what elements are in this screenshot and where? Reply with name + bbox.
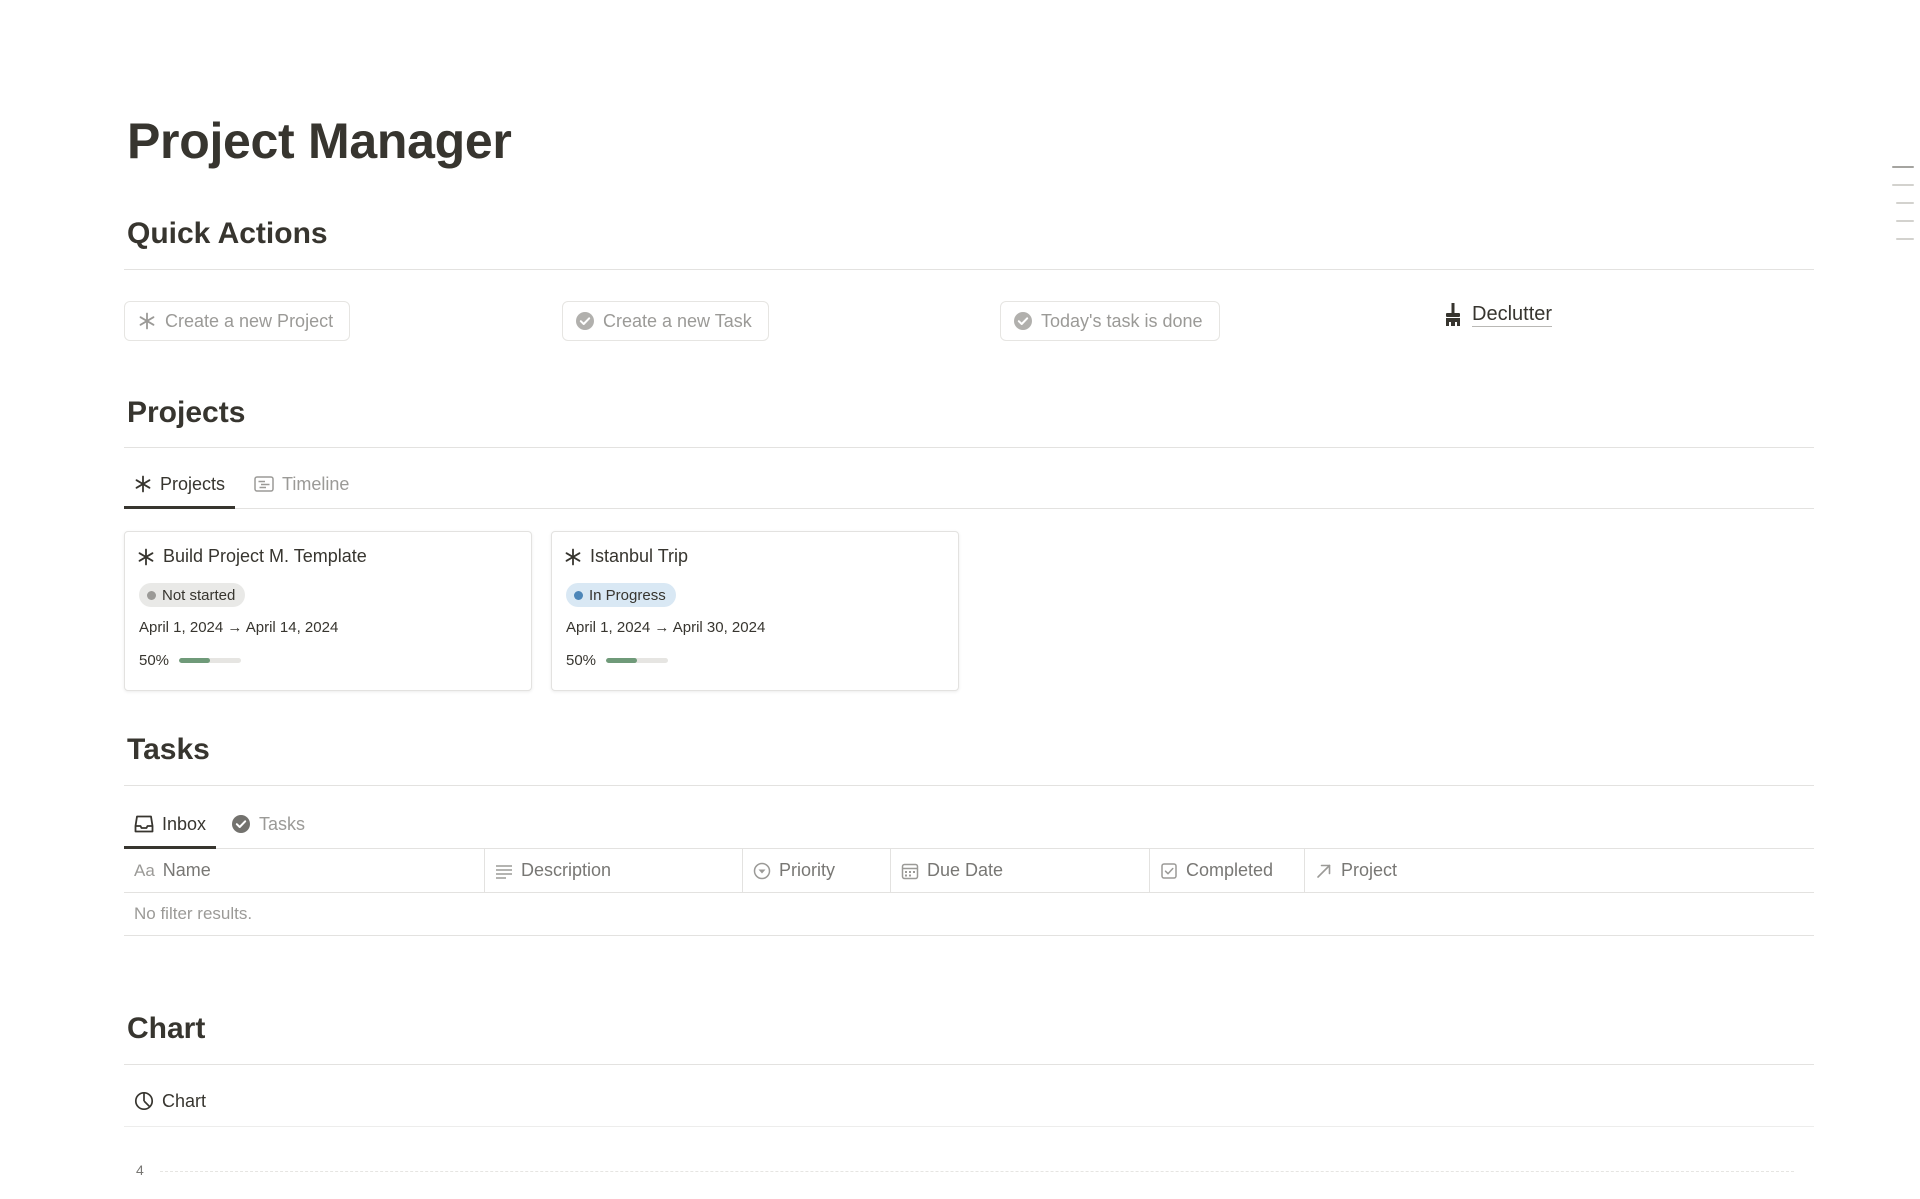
timeline-icon [254,475,274,493]
toc-line[interactable] [1892,184,1914,186]
tab-chart[interactable]: Chart [134,1076,206,1126]
broom-icon [1444,302,1462,327]
create-project-label: Create a new Project [165,310,334,331]
column-header-label: Completed [1186,860,1274,880]
check-circle-icon [231,814,251,834]
toc-line[interactable] [1896,202,1914,204]
create-project-button[interactable]: Create a new Project [124,301,351,341]
asterisk-icon [137,311,157,331]
calendar-icon [901,862,919,880]
project-card-title-text: Build Project M. Template [163,546,367,566]
project-dates: April 1, 2024 → April 14, 2024 [139,619,339,636]
column-header-due-date[interactable]: Due Date [891,849,1150,892]
project-progress: 50% [566,652,669,669]
project-card-title: Istanbul Trip [564,546,688,567]
status-badge: Not started [139,583,246,607]
project-card[interactable]: Build Project M. Template Not started Ap… [124,531,532,691]
chart-area: 4 [124,1150,1814,1199]
project-card[interactable]: Istanbul Trip In Progress April 1, 2024 … [551,531,959,691]
tab-projects-label: Projects [160,473,226,494]
asterisk-icon [137,548,155,566]
page-title: Project Manager [127,113,512,169]
progress-bar-fill [179,658,211,663]
text-aa-icon: Aa [134,860,155,880]
asterisk-icon [564,548,582,566]
column-header-label: Priority [779,860,836,880]
tasks-divider [124,785,1814,786]
toc-line[interactable] [1892,166,1914,168]
column-header-project[interactable]: Project [1305,849,1814,892]
column-header-name[interactable]: Aa Name [124,849,485,892]
tasks-heading: Tasks [127,733,210,766]
status-badge-label: In Progress [589,586,666,604]
chart-gridline [160,1171,1794,1172]
chart-divider [124,1064,1814,1065]
tab-chart-label: Chart [162,1090,207,1111]
tab-timeline-label: Timeline [282,473,350,494]
project-dates: April 1, 2024 → April 30, 2024 [566,619,766,636]
project-card-title-text: Istanbul Trip [590,546,689,566]
status-dot [574,590,583,600]
select-circle-icon [753,862,771,880]
create-task-button[interactable]: Create a new Task [562,301,769,341]
create-task-label: Create a new Task [603,310,752,331]
todays-task-done-label: Today's task is done [1041,310,1203,331]
inbox-icon [134,815,154,833]
tasks-table: Aa Name Description Priority Due Date Co… [124,849,1814,936]
project-progress: 50% [139,652,242,669]
column-header-label: Name [162,860,211,880]
tab-tasks[interactable]: Tasks [221,800,315,848]
asterisk-icon [134,475,152,493]
tab-inbox[interactable]: Inbox [124,800,217,849]
lines-icon [495,863,513,879]
project-card-title: Build Project M. Template [137,546,367,567]
todays-task-done-button[interactable]: Today's task is done [1000,301,1220,341]
status-badge-label: Not started [162,586,236,604]
chart-view-tabs: Chart [124,1076,1814,1127]
tab-timeline[interactable]: Timeline [244,460,359,508]
progress-label: 50% [139,652,170,669]
tab-tasks-label: Tasks [259,813,306,834]
pie-chart-icon [134,1091,154,1111]
quick-actions-divider [124,269,1814,270]
status-dot [147,590,156,600]
projects-heading: Projects [127,396,246,429]
column-header-priority[interactable]: Priority [743,849,891,892]
column-header-label: Project [1341,860,1398,880]
chart-heading: Chart [127,1012,206,1045]
projects-divider [124,447,1814,448]
table-header-row: Aa Name Description Priority Due Date Co… [124,849,1814,893]
tab-inbox-label: Inbox [162,813,207,834]
column-header-label: Description [521,860,612,880]
relation-arrow-icon [1315,862,1333,880]
table-empty-message: No filter results. [124,893,1814,936]
projects-view-tabs: Projects Timeline [124,460,1814,509]
check-circle-icon [1013,311,1033,331]
tasks-view-tabs: Inbox Tasks [124,800,1814,849]
tab-projects[interactable]: Projects [124,460,236,509]
column-header-description[interactable]: Description [485,849,743,892]
progress-bar [179,658,242,663]
progress-label: 50% [566,652,597,669]
page: Project Manager Quick Actions Create a n… [0,0,1920,1199]
column-header-label: Due Date [927,860,1004,880]
quick-actions-heading: Quick Actions [127,217,328,250]
declutter-label: Declutter [1472,303,1553,327]
status-badge: In Progress [566,583,676,607]
declutter-link[interactable]: Declutter [1444,302,1553,327]
progress-bar [606,658,669,663]
progress-bar-fill [606,658,638,663]
toc-line[interactable] [1896,220,1914,222]
toc-line[interactable] [1896,238,1914,240]
check-circle-icon [575,311,595,331]
column-header-completed[interactable]: Completed [1150,849,1305,892]
y-axis-tick-label: 4 [136,1162,144,1178]
checkbox-icon [1160,862,1178,880]
